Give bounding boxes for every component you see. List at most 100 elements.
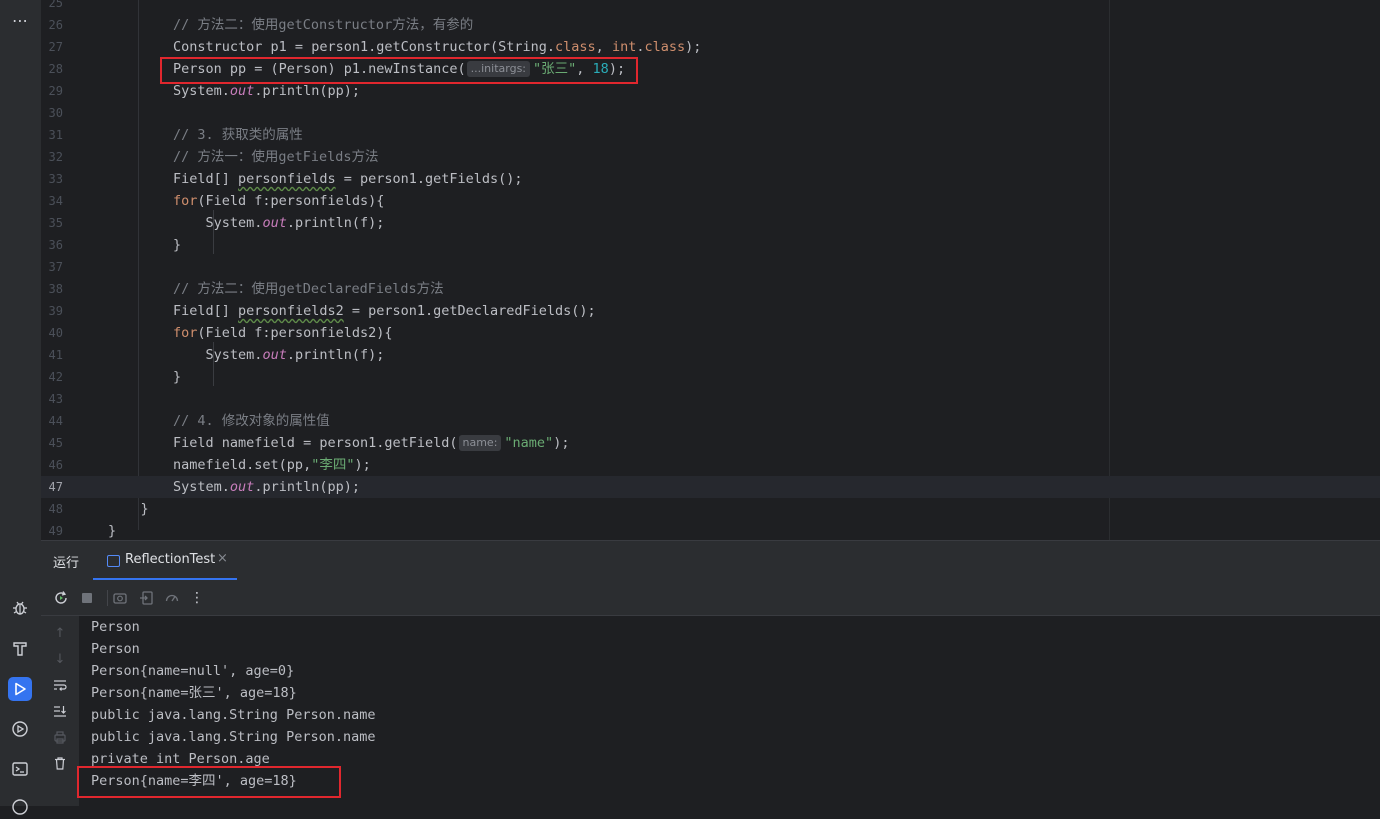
line-number: 42 — [48, 370, 63, 384]
code-text[interactable]: // 方法二：使用getDeclaredFields方法 — [108, 278, 444, 300]
code-line[interactable]: 42 } — [41, 366, 1380, 388]
problems-icon[interactable] — [8, 795, 32, 819]
run-icon[interactable] — [8, 677, 32, 701]
code-token: Field namefield = person1.getField( — [108, 435, 458, 451]
code-token: 18 — [592, 61, 609, 77]
import-icon[interactable] — [137, 589, 155, 607]
print-icon[interactable] — [51, 728, 69, 746]
scroll-to-end-icon[interactable] — [51, 702, 69, 720]
code-line[interactable]: 39 Field[] personfields2 = person1.getDe… — [41, 300, 1380, 322]
trash-icon[interactable] — [51, 754, 69, 772]
code-text[interactable]: // 方法一：使用getFields方法 — [108, 146, 379, 168]
code-token: Person pp = (Person) p1.newInstance( — [108, 61, 466, 77]
line-number: 47 — [48, 480, 63, 494]
code-token: personfields — [238, 171, 336, 187]
tab-reflectiontest[interactable]: ReflectionTest × — [93, 541, 237, 581]
code-text[interactable]: } — [108, 366, 181, 388]
stop-icon[interactable] — [78, 589, 96, 607]
code-token: out — [262, 215, 287, 231]
code-text[interactable]: for(Field f:personfields2){ — [108, 322, 392, 344]
code-text[interactable]: } — [108, 234, 181, 256]
code-line[interactable]: 48 } — [41, 498, 1380, 520]
soft-wrap-icon[interactable] — [51, 676, 69, 694]
code-line[interactable]: 40 for(Field f:personfields2){ — [41, 322, 1380, 344]
code-token: , — [576, 61, 593, 77]
code-text[interactable]: System.out.println(f); — [108, 212, 385, 234]
code-text[interactable]: namefield.set(pp,"李四"); — [108, 454, 371, 476]
code-text[interactable]: System.out.println(pp); — [108, 80, 360, 102]
code-token: System. — [108, 347, 263, 363]
build-hammer-icon[interactable] — [8, 636, 32, 660]
code-token: // 4. 修改对象的属性值 — [108, 413, 330, 429]
more-options-icon[interactable]: ⋮ — [188, 589, 206, 607]
code-text[interactable]: Constructor p1 = person1.getConstructor(… — [108, 36, 701, 58]
code-text[interactable]: for(Field f:personfields){ — [108, 190, 384, 212]
code-token: ); — [608, 61, 626, 77]
code-line[interactable]: 47 System.out.println(pp); — [41, 476, 1380, 498]
code-line[interactable]: 37 — [41, 256, 1380, 278]
code-token: namefield.set(pp, — [108, 457, 312, 473]
code-text[interactable]: // 3. 获取类的属性 — [108, 124, 303, 146]
code-text[interactable]: } — [108, 520, 116, 540]
code-line[interactable]: 32 // 方法一：使用getFields方法 — [41, 146, 1380, 168]
code-line[interactable]: 41 System.out.println(f); — [41, 344, 1380, 366]
code-token: Field[] — [108, 171, 239, 187]
code-text[interactable]: Field namefield = person1.getField(name:… — [108, 432, 569, 454]
code-text[interactable]: System.out.println(pp); — [108, 476, 360, 498]
code-text[interactable]: // 4. 修改对象的属性值 — [108, 410, 330, 432]
code-token: ); — [553, 435, 570, 451]
code-line[interactable]: 28 Person pp = (Person) p1.newInstance(.… — [41, 58, 1380, 80]
code-token: out — [229, 479, 255, 495]
more-icon[interactable]: ⋯ — [8, 8, 32, 32]
code-line[interactable]: 34 for(Field f:personfields){ — [41, 190, 1380, 212]
scroll-up-icon[interactable]: ↑ — [51, 624, 69, 642]
code-line[interactable]: 25 — [41, 0, 1380, 14]
code-line[interactable]: 49} — [41, 520, 1380, 540]
code-line[interactable]: 35 System.out.println(f); — [41, 212, 1380, 234]
code-text[interactable]: System.out.println(f); — [108, 344, 385, 366]
code-token: System. — [108, 479, 230, 495]
close-tab-icon[interactable]: × — [217, 551, 228, 566]
code-token: , — [595, 39, 612, 55]
code-editor[interactable]: 25 26 // 方法二：使用getConstructor方法，有参的 27 Con… — [41, 0, 1380, 540]
code-text[interactable]: } — [108, 498, 149, 520]
code-line[interactable]: 31 // 3. 获取类的属性 — [41, 124, 1380, 146]
console-output[interactable]: Person Person Person{name=null', age=0} … — [77, 616, 1380, 806]
code-line[interactable]: 27 Constructor p1 = person1.getConstruct… — [41, 36, 1380, 58]
code-token: (Field f:personfields2){ — [197, 325, 393, 341]
code-text[interactable]: Person pp = (Person) p1.newInstance(...i… — [108, 58, 625, 80]
code-text[interactable]: Field[] personfields2 = person1.getDecla… — [108, 300, 596, 322]
screenshot-icon[interactable] — [111, 589, 129, 607]
rerun-icon[interactable] — [52, 589, 70, 607]
line-number: 40 — [48, 326, 63, 340]
code-token: ); — [685, 39, 702, 55]
code-token: Constructor p1 = person1.getConstructor(… — [108, 39, 556, 55]
code-line[interactable]: 43 — [41, 388, 1380, 410]
code-line[interactable]: 45 Field namefield = person1.getField(na… — [41, 432, 1380, 454]
scroll-down-icon[interactable]: ↓ — [51, 650, 69, 668]
code-token: .println(pp); — [254, 83, 360, 99]
code-token: = person1.getFields(); — [335, 171, 523, 187]
code-token: out — [229, 83, 255, 99]
code-text[interactable]: // 方法二：使用getConstructor方法，有参的 — [108, 14, 473, 36]
code-line[interactable]: 38 // 方法二：使用getDeclaredFields方法 — [41, 278, 1380, 300]
line-number: 35 — [48, 216, 63, 230]
debug-icon[interactable] — [8, 596, 32, 620]
code-text[interactable]: Field[] personfields = person1.getFields… — [108, 168, 523, 190]
code-line[interactable]: 29 System.out.println(pp); — [41, 80, 1380, 102]
services-icon[interactable] — [8, 717, 32, 741]
line-number: 30 — [48, 106, 63, 120]
console-line: public java.lang.String Person.name — [91, 707, 376, 723]
code-line[interactable]: 46 namefield.set(pp,"李四"); — [41, 454, 1380, 476]
line-number: 41 — [48, 348, 63, 362]
code-token: for — [108, 193, 198, 209]
code-token: .println(pp); — [254, 479, 360, 495]
profiler-gauge-icon[interactable] — [163, 589, 181, 607]
code-line[interactable]: 26 // 方法二：使用getConstructor方法，有参的 — [41, 14, 1380, 36]
code-line[interactable]: 36 } — [41, 234, 1380, 256]
code-line[interactable]: 44 // 4. 修改对象的属性值 — [41, 410, 1380, 432]
code-line[interactable]: 33 Field[] personfields = person1.getFie… — [41, 168, 1380, 190]
terminal-icon[interactable] — [8, 757, 32, 781]
line-number: 46 — [48, 458, 63, 472]
code-line[interactable]: 30 — [41, 102, 1380, 124]
